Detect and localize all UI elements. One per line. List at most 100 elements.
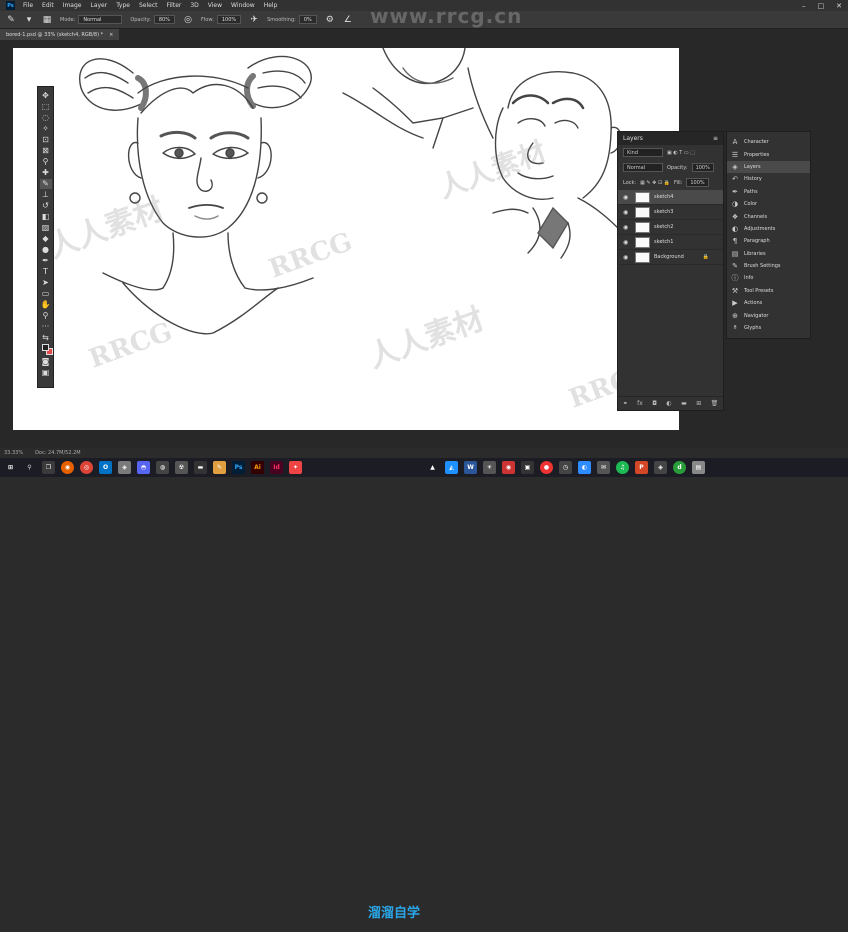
menu-edit[interactable]: Edit (42, 2, 54, 9)
flow-field[interactable]: 100% (216, 15, 242, 24)
firefox-icon[interactable]: ◉ (61, 461, 74, 474)
layer-row-sketch3[interactable]: ◉ sketch3 (618, 205, 723, 220)
foreground-color-swatch[interactable] (41, 344, 49, 351)
paint-icon[interactable]: ✎ (213, 461, 226, 474)
app-icon-2[interactable]: ◍ (156, 461, 169, 474)
document-canvas[interactable]: 人人素材 RRCG 人人素材 RRCG RRCG 人人素材 (13, 48, 679, 430)
discord-icon[interactable]: ◓ (137, 461, 150, 474)
more-tools-icon[interactable]: ··· (40, 322, 52, 332)
word-icon[interactable]: W (464, 461, 477, 474)
app-icon-9[interactable]: ▣ (521, 461, 534, 474)
layer-row-sketch4[interactable]: ◉ sketch4 (618, 190, 723, 205)
healing-tool-icon[interactable]: ✚ (40, 168, 52, 178)
photoshop-taskbar-icon[interactable]: Ps (232, 461, 245, 474)
app-icon-5[interactable]: ▲ (426, 461, 439, 474)
visibility-eye-icon[interactable]: ◉ (623, 224, 631, 231)
panel-glyphs[interactable]: ª Glyphs (727, 322, 810, 334)
menu-image[interactable]: Image (63, 2, 82, 9)
minimize-icon[interactable]: – (802, 2, 806, 10)
layer-style-icon[interactable]: fx (637, 400, 643, 407)
zoom-tool-icon[interactable]: ⚲ (40, 311, 52, 321)
terminal-icon[interactable]: ▬ (194, 461, 207, 474)
maximize-icon[interactable]: □ (818, 2, 825, 10)
visibility-eye-icon[interactable]: ◉ (623, 254, 631, 261)
doc-tab-close-icon[interactable]: × (109, 32, 113, 38)
panel-color[interactable]: ◑ Color (727, 198, 810, 210)
menu-type[interactable]: Type (116, 2, 130, 9)
layer-filter-select[interactable]: Kind (623, 148, 663, 157)
panel-actions[interactable]: ▶ Actions (727, 297, 810, 309)
panel-adjustments[interactable]: ◐ Adjustments (727, 223, 810, 235)
layer-row-background[interactable]: ◉ Background 🔒 (618, 250, 723, 265)
panel-character[interactable]: A Character (727, 136, 810, 148)
mode-select[interactable]: Normal (78, 15, 123, 24)
blur-tool-icon[interactable]: ◆ (40, 234, 52, 244)
menu-3d[interactable]: 3D (190, 2, 198, 9)
blend-mode-select[interactable]: Normal (623, 163, 663, 172)
chrome-icon[interactable]: ◎ (80, 461, 93, 474)
gradient-tool-icon[interactable]: ▨ (40, 223, 52, 233)
quick-select-tool-icon[interactable]: ✧ (40, 124, 52, 134)
fill-field[interactable]: 100% (686, 178, 709, 187)
quick-mask-icon[interactable]: ◙ (40, 357, 52, 367)
filter-icons[interactable]: ▣ ◐ T ▭ ⬚ (667, 150, 695, 156)
link-layers-icon[interactable]: ⚭ (623, 400, 628, 407)
app-icon-11[interactable]: ◷ (559, 461, 572, 474)
zoom-app-icon[interactable]: ◐ (578, 461, 591, 474)
screen-mode-icon[interactable]: ▣ (40, 368, 52, 378)
panel-menu-icon[interactable]: ≡ (713, 135, 718, 142)
new-layer-icon[interactable]: ⊞ (696, 400, 701, 407)
app-icon-12[interactable]: ✉ (597, 461, 610, 474)
illustrator-icon[interactable]: Ai (251, 461, 264, 474)
menu-window[interactable]: Window (231, 2, 255, 9)
panel-layers[interactable]: ◈ Layers (727, 160, 810, 174)
indesign-icon[interactable]: Id (270, 461, 283, 474)
rectangle-tool-icon[interactable]: ▭ (40, 289, 52, 299)
frame-tool-icon[interactable]: ⊠ (40, 146, 52, 156)
hand-tool-icon[interactable]: ✋ (40, 300, 52, 310)
panel-brush-settings[interactable]: ✎ Brush Settings (727, 260, 810, 272)
outlook-icon[interactable]: O (99, 461, 112, 474)
spotify-icon[interactable]: ♫ (616, 461, 629, 474)
menu-select[interactable]: Select (139, 2, 158, 9)
panel-libraries[interactable]: ▤ Libraries (727, 248, 810, 260)
opacity-field[interactable]: 80% (153, 15, 175, 24)
photoshop-logo[interactable]: Ps (6, 1, 15, 10)
app-icon-14[interactable]: d (673, 461, 686, 474)
panel-properties[interactable]: ☰ Properties (727, 148, 810, 160)
app-icon-13[interactable]: ◈ (654, 461, 667, 474)
app-icon-15[interactable]: ▤ (692, 461, 705, 474)
panel-tool-presets[interactable]: ⚒ Tool Presets (727, 285, 810, 297)
menu-file[interactable]: File (23, 2, 33, 9)
brush-panel-icon[interactable]: ▦ (42, 15, 52, 25)
doc-tab-active[interactable]: bored-1.psd @ 33% (sketch4, RGB/8) * × (0, 29, 120, 40)
zoom-level[interactable]: 33.33% (4, 450, 23, 456)
close-icon[interactable]: ✕ (836, 2, 842, 10)
panel-paths[interactable]: ✒ Paths (727, 186, 810, 198)
app-icon-4[interactable]: ✦ (289, 461, 302, 474)
lock-icon[interactable]: 🔒 (703, 254, 709, 260)
add-mask-icon[interactable]: ◘ (652, 400, 657, 407)
airbrush-icon[interactable]: ✈ (249, 15, 259, 25)
adjustment-layer-icon[interactable]: ◐ (666, 400, 671, 407)
app-icon[interactable]: ◈ (118, 461, 131, 474)
powerpoint-icon[interactable]: P (635, 461, 648, 474)
brush-preset-icon[interactable]: ▾ (24, 15, 34, 25)
menu-layer[interactable]: Layer (90, 2, 107, 9)
swap-colors-icon[interactable]: ⇆ (40, 333, 52, 343)
task-view-icon[interactable]: ❐ (42, 461, 55, 474)
panel-paragraph[interactable]: ¶ Paragraph (727, 235, 810, 247)
brush-tool-icon[interactable]: ✎ (6, 15, 16, 25)
panel-info[interactable]: ⓘ Info (727, 272, 810, 284)
visibility-eye-icon[interactable]: ◉ (623, 194, 631, 201)
layer-row-sketch2[interactable]: ◉ sketch2 (618, 220, 723, 235)
move-tool-icon[interactable]: ✥ (40, 91, 52, 101)
pressure-opacity-icon[interactable]: ◎ (183, 15, 193, 25)
menu-view[interactable]: View (208, 2, 222, 9)
menu-help[interactable]: Help (264, 2, 278, 9)
pen-tool-icon[interactable]: ✒ (40, 256, 52, 266)
eraser-tool-icon[interactable]: ◧ (40, 212, 52, 222)
lock-icons[interactable]: ▦ ✎ ✥ ⊡ 🔒 (640, 180, 670, 186)
brush-tool-icon[interactable]: ✎ (39, 179, 52, 189)
layer-opacity-field[interactable]: 100% (691, 163, 714, 172)
